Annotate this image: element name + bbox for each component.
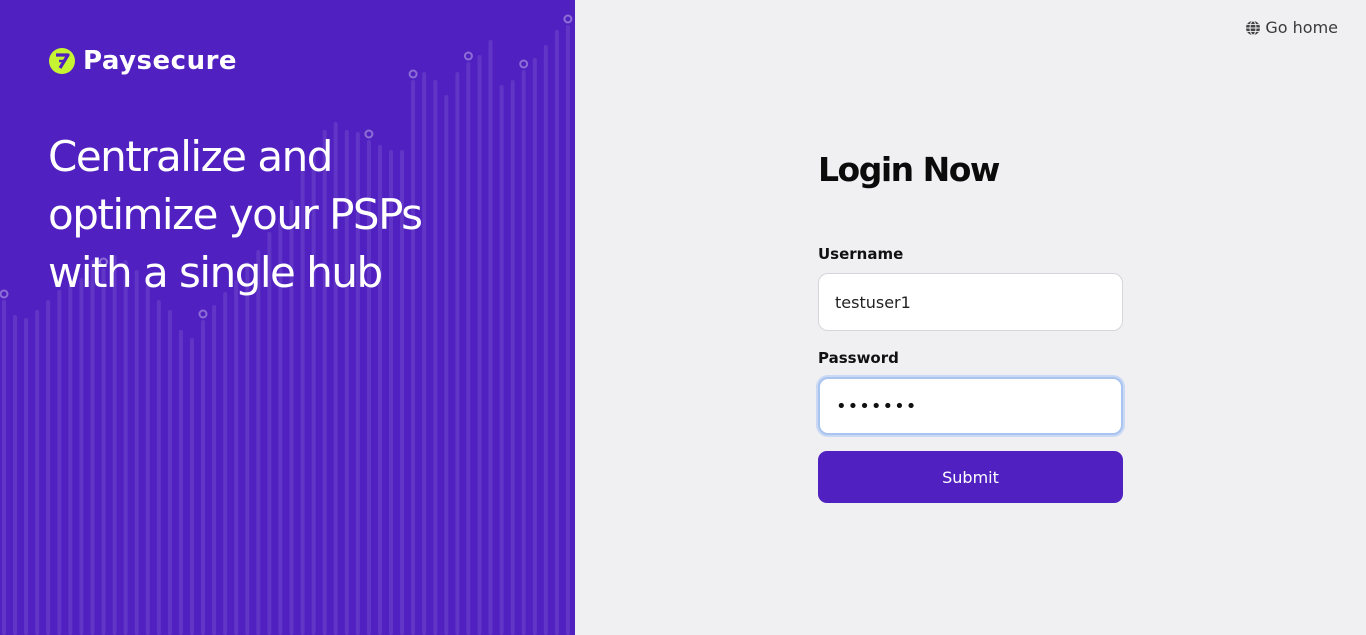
decorative-bar [167, 310, 172, 635]
password-value: ••••••• [836, 395, 918, 417]
decorative-bar-chart [0, 14, 573, 635]
decorative-dot [519, 59, 529, 69]
form-title: Login Now [818, 150, 1000, 189]
username-input[interactable]: testuser1 [818, 273, 1123, 331]
decorative-dot [198, 309, 208, 319]
decorative-bar [234, 280, 239, 635]
decorative-bar [223, 292, 228, 635]
decorative-bar [145, 285, 150, 635]
password-input[interactable]: ••••••• [818, 377, 1123, 435]
go-home-label: Go home [1265, 18, 1338, 37]
decorative-bar [212, 305, 217, 635]
decorative-dot [408, 69, 418, 79]
brand-name: Paysecure [83, 46, 238, 76]
decorative-dot [463, 51, 473, 61]
decorative-dot [563, 14, 573, 24]
decorative-bar [13, 315, 18, 635]
brand: Paysecure [48, 46, 237, 76]
username-label: Username [818, 245, 904, 263]
decorative-bar [90, 260, 95, 635]
decorative-bar [510, 80, 515, 635]
decorative-bar [190, 338, 194, 635]
decorative-bar [2, 300, 6, 635]
go-home-link[interactable]: Go home [1245, 18, 1338, 37]
decorative-bar [24, 318, 29, 635]
decorative-bar [46, 300, 51, 635]
decorative-bar [543, 45, 548, 635]
decorative-bar [68, 285, 73, 635]
login-form: Login Now Username testuser1 Password ••… [818, 150, 1123, 503]
decorative-bar [554, 30, 559, 635]
decorative-dot [0, 289, 9, 299]
decorative-bar [156, 300, 161, 635]
decorative-bar [256, 250, 261, 635]
decorative-bar [101, 268, 106, 635]
hero-headline: Centralize and optimize your PSPs with a… [48, 132, 423, 297]
username-value: testuser1 [835, 292, 911, 312]
submit-button[interactable]: Submit [818, 451, 1123, 503]
password-label: Password [818, 349, 899, 367]
decorative-bar [134, 270, 139, 635]
decorative-bar [35, 310, 40, 635]
decorative-bar [245, 262, 250, 635]
login-panel: Go home Login Now Username testuser1 Pas… [575, 0, 1366, 635]
decorative-bar [521, 70, 526, 635]
brand-panel: Paysecure Centralize and optimize your P… [0, 0, 575, 635]
decorative-bar [201, 320, 205, 635]
decorative-bar [123, 260, 128, 635]
decorative-bar [532, 58, 537, 635]
decorative-bar [79, 278, 84, 635]
paysecure-logo-icon [49, 48, 75, 74]
globe-icon [1246, 20, 1261, 35]
login-page: Paysecure Centralize and optimize your P… [0, 0, 1366, 635]
decorative-bar [565, 25, 570, 635]
decorative-bar [57, 290, 62, 635]
decorative-bar [178, 330, 183, 635]
decorative-bar [112, 255, 117, 635]
